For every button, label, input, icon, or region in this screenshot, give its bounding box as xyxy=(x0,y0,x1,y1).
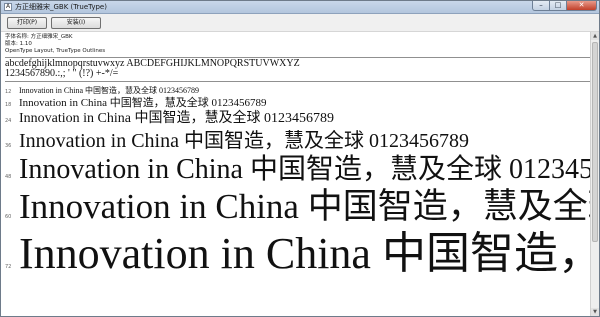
scroll-thumb[interactable] xyxy=(592,42,598,242)
scroll-down-arrow-icon[interactable]: ▼ xyxy=(591,308,599,316)
sample-row-72: 72 Innovation in China 中国智造，慧及全球 0123456… xyxy=(1,217,591,281)
maximize-button[interactable]: □ xyxy=(550,1,567,11)
font-viewer-window: A 方正细雅宋_GBK (TrueType) – □ ✕ 打印(P) 安装(I)… xyxy=(0,0,600,317)
window-controls: – □ ✕ xyxy=(532,1,597,13)
character-set-preview: abcdefghijklmnopqrstuvwxyz ABCDEFGHIJKLM… xyxy=(1,58,599,79)
minimize-button[interactable]: – xyxy=(532,1,550,11)
sample-text-area: 12 Innovation in China 中国智造，慧及全球 0123456… xyxy=(1,82,591,316)
font-file-icon: A xyxy=(4,3,12,11)
font-info: 字体名称: 方正细雅宋_GBK 版本: 1.10 OpenType Layout… xyxy=(1,32,599,55)
size-label: 72 xyxy=(5,264,12,270)
charset-digits-symbols: 1234567890.:,; ' " (!?) +-*/= xyxy=(5,68,119,79)
scroll-up-arrow-icon[interactable]: ▲ xyxy=(591,32,599,40)
vertical-scrollbar[interactable]: ▲ ▼ xyxy=(590,32,599,316)
sample-text: Innovation in China 中国智造，慧及全球 0123456789 xyxy=(19,229,591,278)
close-button[interactable]: ✕ xyxy=(567,1,597,11)
font-name-line: 字体名称: 方正细雅宋_GBK xyxy=(5,34,73,40)
toolbar: 打印(P) 安装(I) xyxy=(1,14,599,32)
font-type-line: OpenType Layout, TrueType Outlines xyxy=(5,48,106,54)
font-version-line: 版本: 1.10 xyxy=(5,41,32,47)
print-button[interactable]: 打印(P) xyxy=(7,16,47,29)
title-bar[interactable]: A 方正细雅宋_GBK (TrueType) – □ ✕ xyxy=(1,1,599,14)
window-title: 方正细雅宋_GBK (TrueType) xyxy=(15,3,107,11)
install-button[interactable]: 安装(I) xyxy=(51,16,101,29)
